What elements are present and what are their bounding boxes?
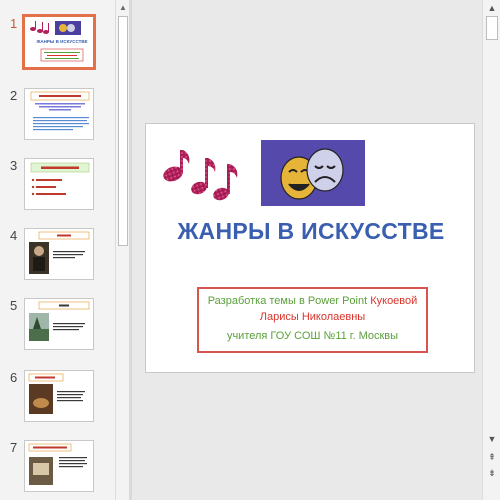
slide-thumbnail-image	[28, 373, 85, 414]
slide-thumbnail-1[interactable]: ЖАНРЫ В ИСКУССТВЕ	[22, 14, 96, 70]
slide-title[interactable]: ЖАНРЫ В ИСКУССТВЕ	[146, 218, 476, 245]
slide-thumbnail-5[interactable]	[24, 298, 94, 350]
slide-thumbnail-7[interactable]	[24, 440, 94, 492]
thumbnail-row-6[interactable]: 6	[0, 368, 115, 428]
scrollbar-thumb[interactable]	[118, 16, 128, 246]
slide-number: 4	[10, 228, 18, 243]
powerpoint-editor: 1 ЖАНРЫ В ИСКУССТВЕ 2 3 4 5 6 7 ▲ ЖАНРЫ …	[0, 0, 500, 500]
slide-thumbnail-image	[28, 443, 87, 485]
scroll-up-arrow-icon[interactable]: ▲	[116, 1, 130, 15]
scroll-down-arrow-icon[interactable]: ▼	[485, 432, 499, 446]
info-author-name: Ларисы Николаевны	[259, 311, 366, 323]
scrollbar-thumb[interactable]	[486, 16, 498, 40]
slides-thumbnail-pane: 1 ЖАНРЫ В ИСКУССТВЕ 2 3 4 5 6 7	[0, 0, 115, 500]
slide-thumbnail-3[interactable]	[24, 158, 94, 210]
current-slide[interactable]: ЖАНРЫ В ИСКУССТВЕ Разработка темы в Powe…	[145, 123, 475, 373]
thumbnail-row-2[interactable]: 2	[0, 86, 115, 146]
slide-number: 3	[10, 158, 18, 173]
theater-masks-icon	[261, 140, 365, 206]
info-author-position: учителя ГОУ СОШ №11 г. Москвы	[226, 330, 399, 342]
slide-thumbnail-image	[30, 91, 90, 131]
info-author-surname: Кукоевой	[370, 295, 418, 307]
slide-number: 7	[10, 440, 18, 455]
thumbnail-row-1[interactable]: 1 ЖАНРЫ В ИСКУССТВЕ	[0, 14, 115, 74]
thumbnail-row-7[interactable]: 7	[0, 438, 115, 498]
scroll-up-arrow-icon[interactable]: ▲	[485, 1, 499, 15]
slide-thumbnail-image	[29, 301, 90, 341]
author-info-box[interactable]: Разработка темы в Power Point Кукоевой Л…	[197, 287, 428, 353]
slide-thumbnail-image	[30, 162, 90, 196]
thumbnail-title: ЖАНРЫ В ИСКУССТВЕ	[35, 39, 87, 44]
previous-slide-icon[interactable]: ⇞	[485, 450, 499, 464]
thumbnail-row-4[interactable]: 4	[0, 226, 115, 286]
slide-number: 1	[10, 16, 18, 31]
slide-scrollbar[interactable]: ▲ ▼ ⇞ ⇟	[482, 0, 500, 500]
slide-number: 2	[10, 88, 18, 103]
slide-number: 5	[10, 298, 18, 313]
info-text-line1: Разработка темы в Power Point	[207, 295, 368, 307]
thumbnails-scrollbar[interactable]: ▲	[115, 0, 129, 500]
thumbnail-row-5[interactable]: 5	[0, 296, 115, 356]
slide-thumbnail-image: ЖАНРЫ В ИСКУССТВЕ	[25, 17, 93, 67]
slide-thumbnail-4[interactable]	[24, 228, 94, 280]
slide-thumbnail-6[interactable]	[24, 370, 94, 422]
slide-editing-area: ЖАНРЫ В ИСКУССТВЕ Разработка темы в Powe…	[132, 0, 482, 500]
music-notes-icon	[163, 150, 238, 201]
thumbnail-row-3[interactable]: 3	[0, 156, 115, 216]
slide-number: 6	[10, 370, 18, 385]
next-slide-icon[interactable]: ⇟	[485, 466, 499, 480]
slide-thumbnail-2[interactable]	[24, 88, 94, 140]
slide-thumbnail-image	[29, 231, 90, 274]
